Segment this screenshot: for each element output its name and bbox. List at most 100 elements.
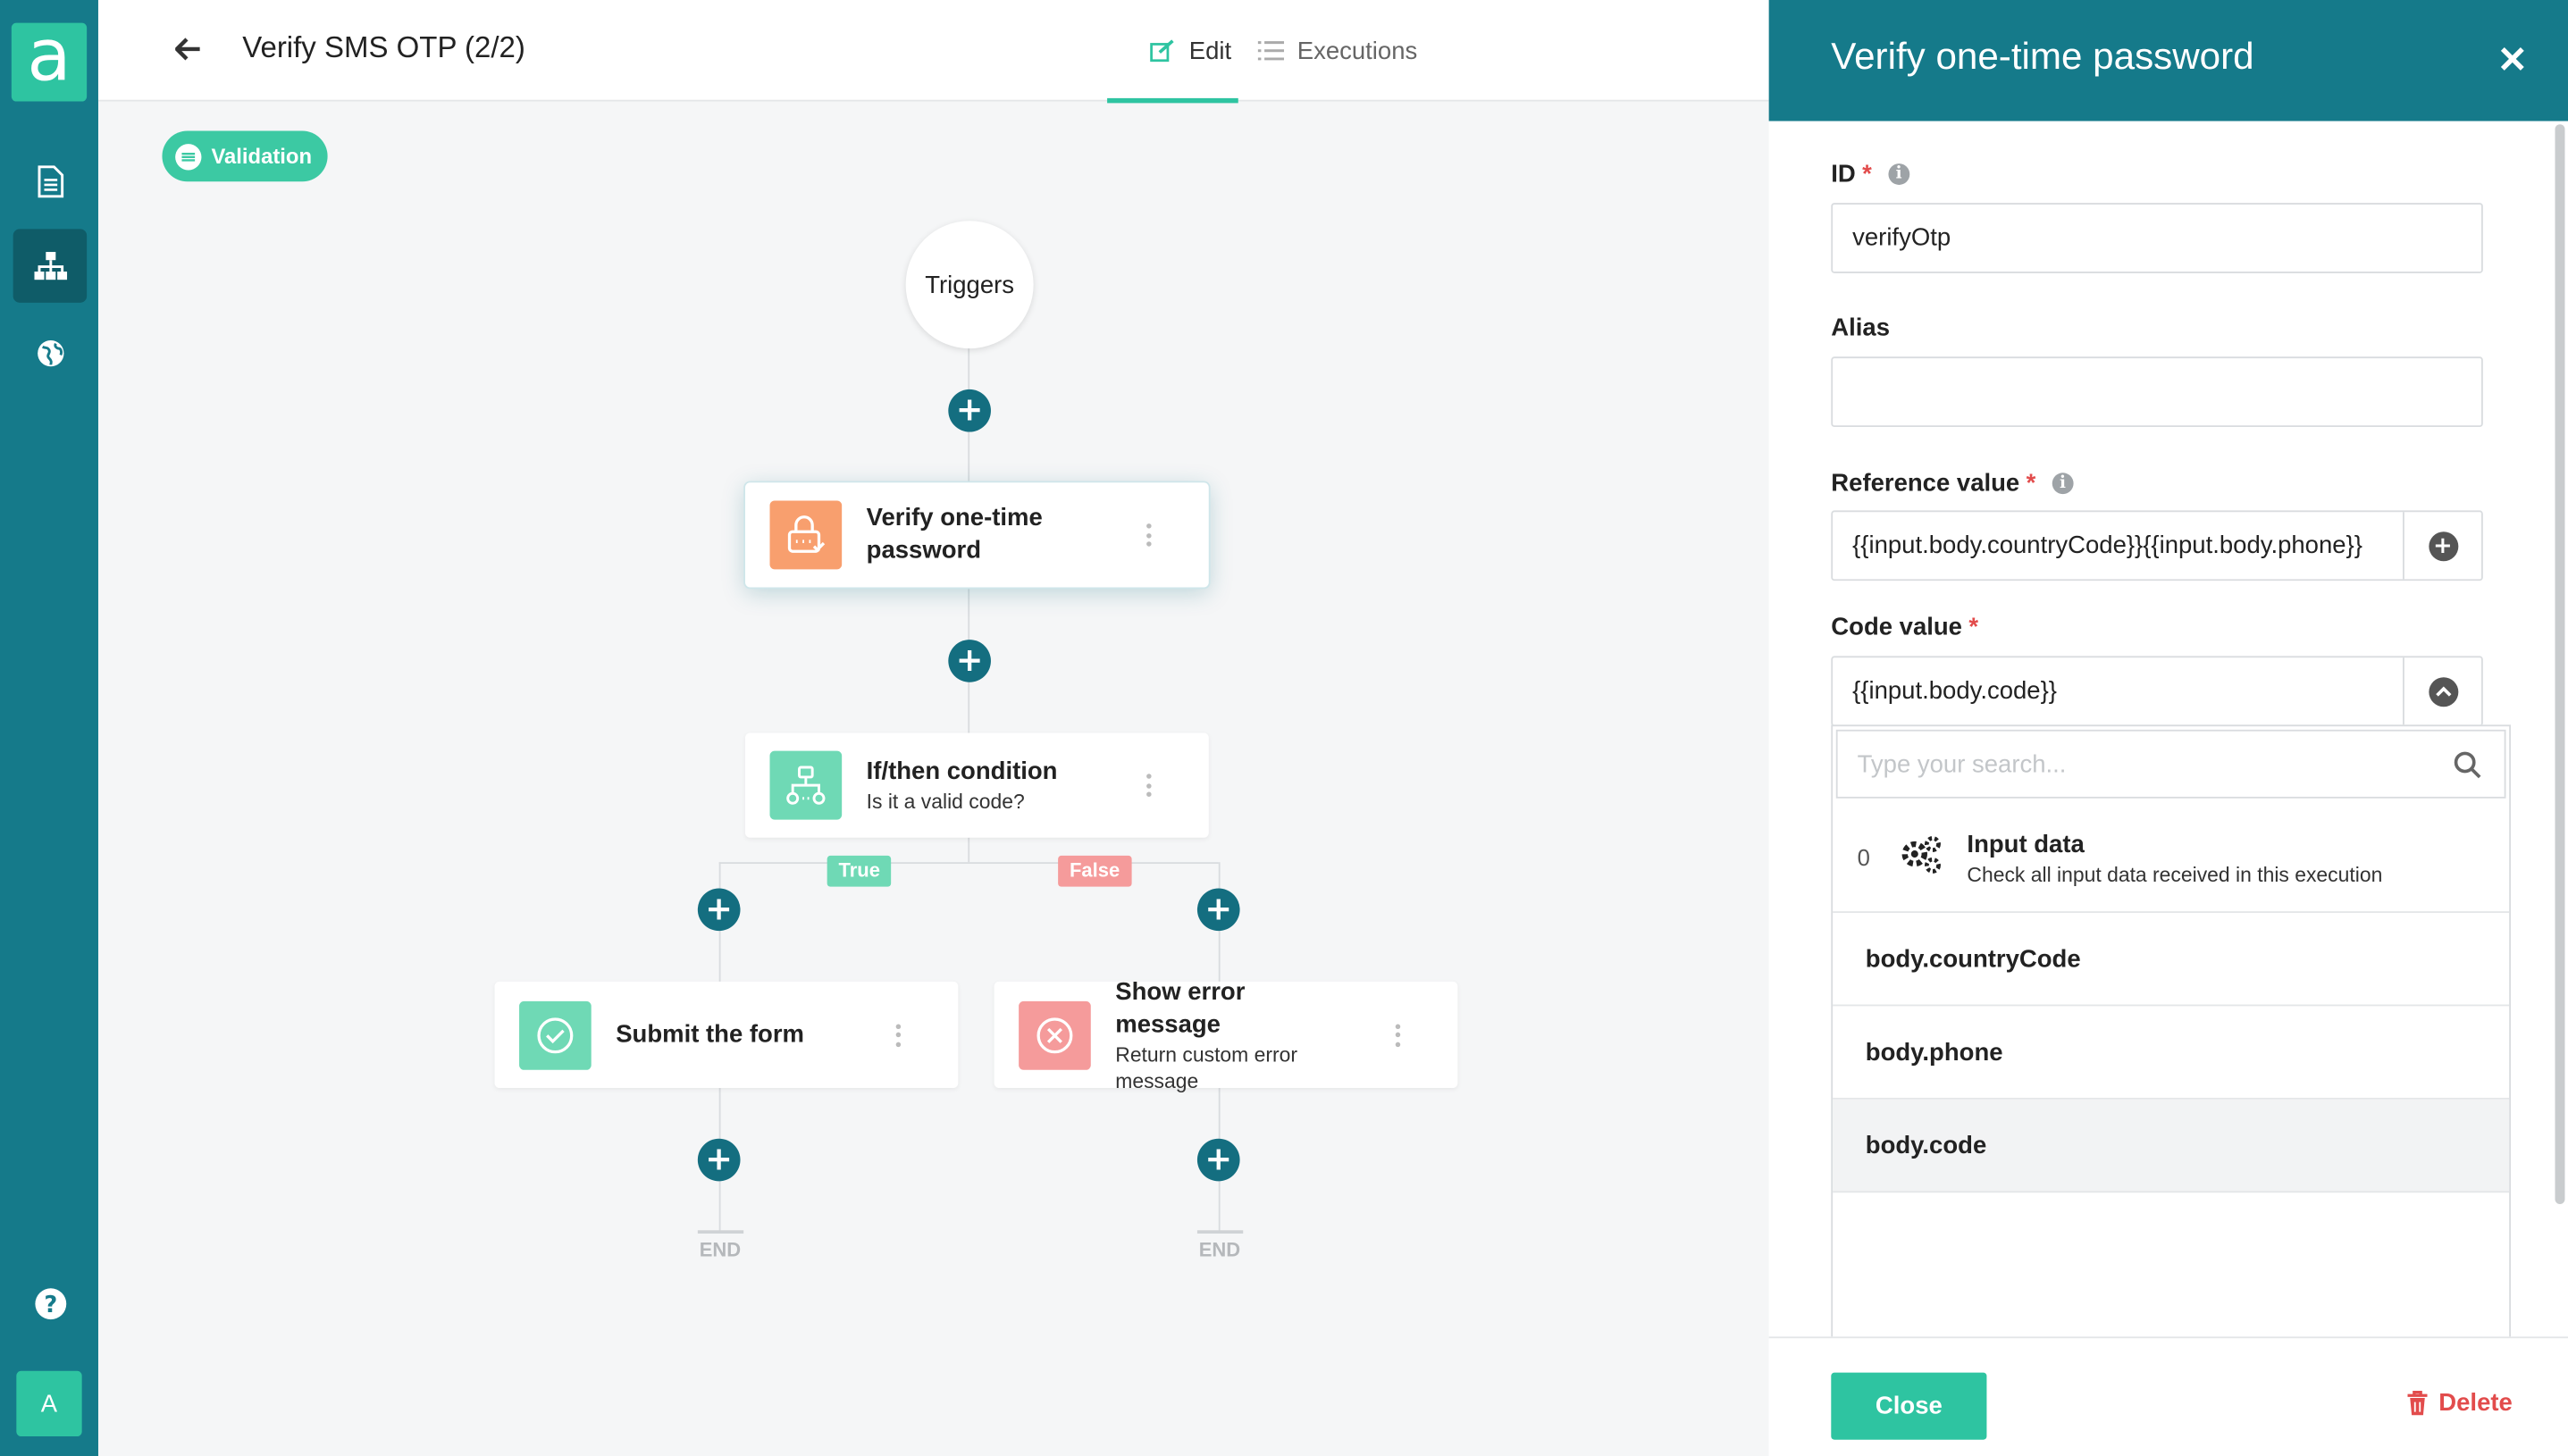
verify-otp-node[interactable]: Verify one-time password <box>745 482 1209 588</box>
lock-check-icon <box>769 500 843 570</box>
connector-line <box>968 837 970 863</box>
code-value-field[interactable]: {{input.body.code}} <box>1831 656 2483 727</box>
trash-icon <box>2407 1390 2428 1415</box>
add-step-button[interactable]: + <box>948 389 991 432</box>
reference-value-label: Reference value * i <box>1831 469 2074 498</box>
add-variable-button[interactable]: + <box>2403 512 2481 580</box>
add-step-button[interactable]: + <box>1196 1138 1240 1182</box>
help-icon[interactable]: ? <box>13 1267 87 1340</box>
info-icon[interactable]: i <box>1888 163 1909 185</box>
tab-edit-label: Edit <box>1188 37 1232 65</box>
collapse-variables-button[interactable] <box>2403 657 2481 725</box>
list-icon <box>1257 41 1285 61</box>
globe-icon[interactable] <box>13 315 87 389</box>
svg-text:?: ? <box>43 1291 56 1318</box>
search-icon <box>2454 751 2481 779</box>
input-data-title: Input data <box>1967 831 2085 859</box>
verify-otp-title: Verify one-time password <box>866 504 1043 565</box>
left-sidebar: a ? A <box>0 0 98 1456</box>
if-then-condition-node[interactable]: If/then condition Is it a valid code? <box>745 732 1209 838</box>
show-error-title: Show error message <box>1115 977 1246 1039</box>
show-error-node[interactable]: Show error message Return custom error m… <box>994 977 1458 1092</box>
panel-scrollbar[interactable] <box>2555 124 2565 1204</box>
code-value-label: Code value * <box>1831 614 1978 641</box>
chevron-up-circle-icon <box>2428 676 2458 707</box>
gears-icon <box>1901 836 1941 874</box>
show-error-subtitle: Return custom error message <box>1115 1042 1298 1092</box>
back-arrow-icon[interactable] <box>171 31 206 67</box>
condition-branch-icon <box>769 750 843 820</box>
input-data-count: 0 <box>1857 844 1870 871</box>
x-circle-icon <box>1019 1000 1091 1069</box>
reference-value-field[interactable]: {{input.body.countryCode}}{{input.body.p… <box>1831 510 2483 582</box>
triggers-node[interactable]: Triggers <box>905 221 1034 349</box>
alias-field[interactable] <box>1831 356 2483 428</box>
variable-search-input[interactable]: Type your search... <box>1835 729 2506 799</box>
tab-executions[interactable]: Executions <box>1257 0 1418 102</box>
variable-option[interactable]: body.countryCode <box>1833 913 2510 1007</box>
required-marker: * <box>1968 613 1979 641</box>
user-avatar[interactable]: A <box>16 1370 82 1437</box>
app-logo[interactable]: a <box>11 21 88 102</box>
check-circle-icon <box>519 1000 592 1069</box>
false-branch-label: False <box>1058 855 1132 887</box>
edit-icon <box>1150 39 1174 63</box>
end-marker <box>1196 1230 1244 1234</box>
page-title: Verify SMS OTP (2/2) <box>242 30 525 64</box>
input-data-subtitle: Check all input data received in this ex… <box>1967 864 2383 887</box>
required-marker: * <box>1862 160 1872 188</box>
document-icon[interactable] <box>13 144 87 217</box>
close-button[interactable]: Close <box>1831 1372 1987 1440</box>
node-menu-icon[interactable] <box>1146 774 1153 797</box>
true-branch-label: True <box>827 855 892 887</box>
validation-badge-label: Validation <box>211 144 313 169</box>
connector-line <box>718 862 1219 865</box>
required-marker: * <box>2026 469 2036 498</box>
condition-title: If/then condition <box>866 757 1058 786</box>
panel-title: Verify one-time password <box>1831 34 2254 78</box>
step-settings-panel: Verify one-time password ID * i verifyOtp… <box>1768 0 2568 1456</box>
node-menu-icon[interactable] <box>895 1023 902 1047</box>
tab-executions-label: Executions <box>1297 37 1418 65</box>
validation-icon <box>175 143 202 170</box>
id-value: verifyOtp <box>1852 223 1951 253</box>
plus-circle-icon: + <box>2428 531 2458 561</box>
add-step-button[interactable]: + <box>948 640 991 682</box>
panel-footer: Close Delete <box>1768 1336 2568 1456</box>
delete-label: Delete <box>2438 1388 2513 1418</box>
end-marker <box>697 1230 744 1234</box>
node-menu-icon[interactable] <box>1395 1023 1402 1047</box>
code-label-text: Code value <box>1831 613 1962 641</box>
id-label: ID * i <box>1831 160 1909 188</box>
tab-edit[interactable]: Edit <box>1107 0 1251 104</box>
code-value: {{input.body.code}} <box>1852 677 2057 706</box>
delete-button[interactable]: Delete <box>2406 1389 2513 1417</box>
alias-label: Alias <box>1831 314 1890 342</box>
variable-dropdown: Type your search... 0 Input data Check a… <box>1831 724 2511 1363</box>
end-label: END <box>1198 1238 1241 1262</box>
input-data-option[interactable]: 0 Input data Check all input data receiv… <box>1833 801 2510 913</box>
submit-form-node[interactable]: Submit the form <box>494 981 959 1088</box>
flows-sitemap-icon[interactable] <box>13 229 88 303</box>
submit-form-title: Submit the form <box>616 1019 805 1049</box>
variable-option[interactable]: body.code <box>1833 1099 2510 1193</box>
end-label: END <box>699 1238 742 1262</box>
condition-subtitle: Is it a valid code? <box>866 790 1025 814</box>
search-placeholder: Type your search... <box>1857 749 2067 778</box>
alias-label-text: Alias <box>1831 314 1891 342</box>
info-icon[interactable]: i <box>2052 473 2074 495</box>
add-step-button[interactable]: + <box>1196 888 1240 932</box>
id-label-text: ID <box>1831 160 1856 188</box>
add-step-button[interactable]: + <box>697 888 741 932</box>
reference-label-text: Reference value <box>1831 469 2020 498</box>
add-step-button[interactable]: + <box>697 1138 741 1182</box>
id-field[interactable]: verifyOtp <box>1831 203 2483 273</box>
close-panel-icon[interactable] <box>2496 41 2529 74</box>
validation-badge[interactable]: Validation <box>162 130 329 182</box>
panel-header: Verify one-time password <box>1768 0 2568 121</box>
header-bar: Verify SMS OTP (2/2) Edit Executions <box>97 0 1769 104</box>
node-menu-icon[interactable] <box>1146 523 1153 547</box>
variable-option[interactable]: body.phone <box>1833 1006 2510 1100</box>
triggers-label: Triggers <box>925 271 1015 299</box>
reference-value: {{input.body.countryCode}}{{input.body.p… <box>1852 531 2362 560</box>
